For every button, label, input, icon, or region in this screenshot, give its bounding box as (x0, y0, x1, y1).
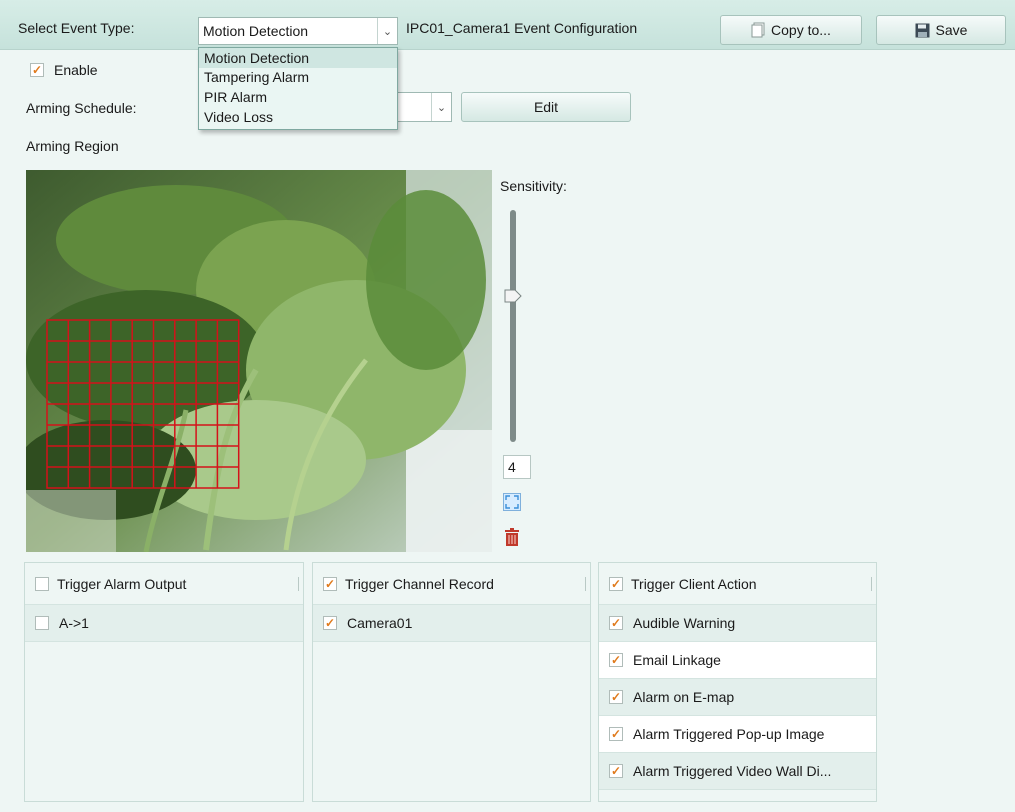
list-item[interactable]: ✓ Alarm Triggered Pop-up Image (599, 716, 876, 753)
fullscreen-icon[interactable] (503, 493, 521, 511)
save-icon (915, 23, 930, 37)
motion-grid[interactable] (26, 170, 492, 552)
column-resize-handle[interactable] (585, 577, 586, 591)
panel-header: Trigger Alarm Output (25, 563, 303, 605)
trigger-client-action-panel: ✓ Trigger Client Action ✓ Audible Warnin… (598, 562, 877, 802)
panel-header-label: Trigger Channel Record (345, 575, 494, 592)
list-item-label: Audible Warning (633, 615, 736, 631)
dropdown-option[interactable]: Motion Detection (199, 48, 397, 68)
trigger-channel-record-panel: ✓ Trigger Channel Record ✓ Camera01 (312, 562, 591, 802)
item-checkbox[interactable]: ✓ (609, 653, 623, 667)
chevron-down-icon[interactable]: ⌄ (431, 93, 451, 121)
list-item-label: Alarm Triggered Pop-up Image (633, 726, 825, 742)
sensitivity-value[interactable]: 4 (503, 455, 531, 479)
list-item-label: Email Linkage (633, 652, 721, 668)
copy-icon (751, 22, 765, 38)
arming-region-label: Arming Region (26, 138, 119, 154)
panel-header-label: Trigger Client Action (631, 575, 757, 592)
list-item-label: Alarm on E-map (633, 689, 735, 705)
list-item[interactable]: ✓ Alarm on E-map (599, 679, 876, 716)
save-label: Save (935, 22, 968, 38)
list-item-label: Camera01 (347, 615, 413, 631)
arming-schedule-label: Arming Schedule: (26, 100, 137, 116)
enable-row: ✓ Enable (30, 62, 98, 78)
column-resize-handle[interactable] (871, 577, 872, 591)
item-checkbox[interactable]: ✓ (609, 690, 623, 704)
event-type-value: Motion Detection (203, 23, 309, 39)
list-item-label: A->1 (59, 615, 89, 631)
list-item[interactable]: ✓ Audible Warning (599, 605, 876, 642)
edit-button[interactable]: Edit (461, 92, 631, 122)
chevron-down-icon[interactable]: ⌄ (377, 18, 397, 44)
item-checkbox[interactable]: ✓ (609, 727, 623, 741)
slider-thumb[interactable] (504, 289, 522, 303)
enable-label: Enable (54, 62, 98, 78)
column-resize-handle[interactable] (298, 577, 299, 591)
edit-label: Edit (533, 99, 559, 115)
event-type-select[interactable]: Motion Detection ⌄ (198, 17, 398, 45)
save-button[interactable]: Save (876, 15, 1006, 45)
list-item[interactable]: ✓ Email Linkage (599, 642, 876, 679)
dropdown-option[interactable]: Video Loss (199, 107, 397, 127)
panel-header: ✓ Trigger Client Action (599, 563, 876, 605)
config-title: IPC01_Camera1 Event Configuration (406, 20, 638, 36)
dropdown-option[interactable]: PIR Alarm (199, 87, 397, 107)
copy-to-button[interactable]: Copy to... (720, 15, 862, 45)
dropdown-option[interactable]: Tampering Alarm (199, 67, 397, 87)
list-item[interactable]: ✓ Alarm Triggered Video Wall Di... (599, 753, 876, 790)
event-type-dropdown: Motion Detection Tampering Alarm PIR Ala… (198, 47, 398, 130)
item-checkbox[interactable]: ✓ (323, 616, 337, 630)
trigger-alarm-output-panel: Trigger Alarm Output A->1 (24, 562, 304, 802)
sensitivity-label: Sensitivity: (500, 178, 567, 194)
sensitivity-slider[interactable] (510, 210, 516, 442)
list-item-label: Alarm Triggered Video Wall Di... (633, 763, 832, 779)
item-checkbox[interactable] (35, 616, 49, 630)
panel-header-label: Trigger Alarm Output (57, 575, 187, 592)
list-item[interactable]: ✓ Camera01 (313, 605, 590, 642)
trigger-alarm-output-checkbox[interactable] (35, 576, 49, 591)
copy-to-label: Copy to... (771, 22, 831, 38)
item-checkbox[interactable]: ✓ (609, 616, 623, 630)
enable-checkbox[interactable]: ✓ (30, 63, 44, 77)
panel-header: ✓ Trigger Channel Record (313, 563, 590, 605)
trigger-client-action-checkbox[interactable]: ✓ (609, 576, 623, 591)
event-type-label: Select Event Type: (18, 20, 135, 36)
camera-preview[interactable] (26, 170, 492, 552)
item-checkbox[interactable]: ✓ (609, 764, 623, 778)
trigger-channel-record-checkbox[interactable]: ✓ (323, 576, 337, 591)
list-item[interactable]: A->1 (25, 605, 303, 642)
delete-icon[interactable] (504, 528, 520, 546)
